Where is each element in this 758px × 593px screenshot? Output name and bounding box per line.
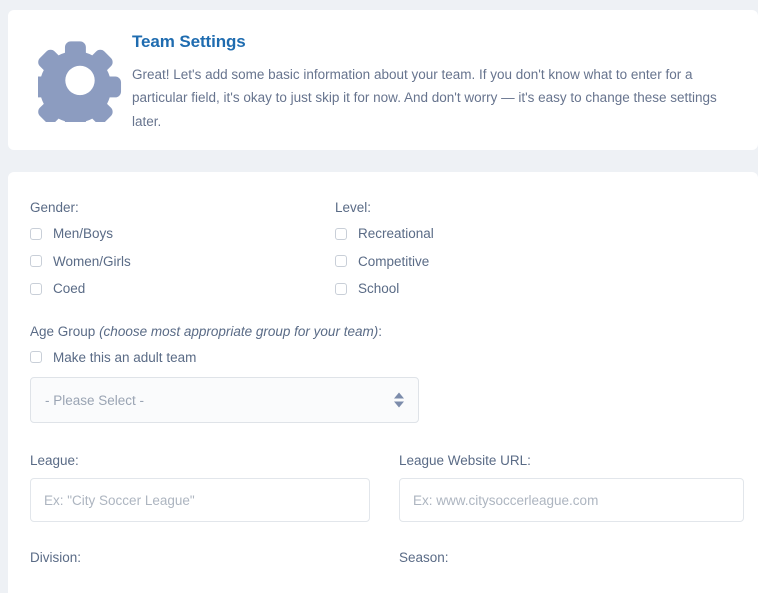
age-group-select[interactable]: - Please Select - bbox=[30, 377, 419, 423]
sort-arrows-icon bbox=[394, 392, 404, 408]
checkbox-adult-team-box[interactable] bbox=[30, 351, 42, 364]
league-row: League: League Website URL: bbox=[30, 453, 744, 522]
league-input[interactable] bbox=[30, 478, 370, 522]
checkbox-women-girls-box[interactable] bbox=[30, 255, 42, 268]
page-root: Team Settings Great! Let's add some basi… bbox=[0, 0, 758, 593]
division-field-group: Division: bbox=[30, 550, 399, 575]
age-group-section: Age Group (choose most appropriate group… bbox=[30, 324, 736, 423]
checkbox-competitive[interactable]: Competitive bbox=[335, 253, 736, 269]
level-label: Level: bbox=[335, 200, 372, 215]
form-content: Gender: Men/Boys Women/Girls Coed Level:… bbox=[8, 172, 758, 575]
checkbox-coed-box[interactable] bbox=[30, 282, 42, 295]
league-label: League: bbox=[30, 453, 79, 468]
age-group-label: Age Group (choose most appropriate group… bbox=[30, 324, 736, 339]
gender-level-row: Gender: Men/Boys Women/Girls Coed Level:… bbox=[30, 200, 736, 296]
page-title: Team Settings bbox=[132, 32, 246, 51]
checkbox-adult-team[interactable]: Make this an adult team bbox=[30, 349, 736, 365]
checkbox-men-boys-label: Men/Boys bbox=[53, 226, 114, 241]
level-group: Level: Recreational Competitive School bbox=[335, 200, 736, 296]
checkbox-women-girls-label: Women/Girls bbox=[53, 253, 131, 269]
intro-description: Great! Let's add some basic information … bbox=[132, 67, 717, 129]
gear-icon bbox=[30, 32, 130, 122]
checkbox-recreational-label: Recreational bbox=[358, 226, 434, 241]
checkbox-coed[interactable]: Coed bbox=[30, 282, 335, 296]
division-label: Division: bbox=[30, 550, 82, 565]
checkbox-coed-label: Coed bbox=[53, 281, 86, 296]
checkbox-men-boys-box[interactable] bbox=[30, 227, 42, 240]
league-url-input[interactable] bbox=[399, 478, 744, 522]
checkbox-school-label: School bbox=[358, 281, 400, 296]
age-group-label-text: Age Group bbox=[30, 323, 96, 339]
triangle-down-icon bbox=[394, 401, 404, 408]
checkbox-adult-team-label: Make this an adult team bbox=[53, 349, 197, 365]
intro-content: Team Settings Great! Let's add some basi… bbox=[8, 10, 758, 133]
age-group-select-value: - Please Select - bbox=[45, 392, 145, 408]
age-group-hint: (choose most appropriate group for your … bbox=[99, 323, 379, 339]
gender-group: Gender: Men/Boys Women/Girls Coed bbox=[30, 200, 335, 296]
checkbox-competitive-label: Competitive bbox=[358, 253, 430, 269]
checkbox-recreational[interactable]: Recreational bbox=[335, 227, 736, 241]
league-url-label: League Website URL: bbox=[399, 453, 531, 468]
gender-label: Gender: bbox=[30, 200, 79, 215]
division-season-row: Division: Season: bbox=[30, 550, 736, 575]
settings-form-card: Gender: Men/Boys Women/Girls Coed Level:… bbox=[8, 172, 758, 593]
checkbox-school-box[interactable] bbox=[335, 282, 347, 295]
checkbox-women-girls[interactable]: Women/Girls bbox=[30, 253, 335, 269]
checkbox-recreational-box[interactable] bbox=[335, 227, 347, 240]
league-field-group: League: bbox=[30, 453, 399, 522]
league-url-field-group: League Website URL: bbox=[399, 453, 758, 522]
checkbox-competitive-box[interactable] bbox=[335, 255, 347, 268]
checkbox-men-boys[interactable]: Men/Boys bbox=[30, 227, 335, 241]
intro-text-block: Team Settings Great! Let's add some basi… bbox=[130, 32, 738, 133]
triangle-up-icon bbox=[394, 392, 404, 399]
intro-card: Team Settings Great! Let's add some basi… bbox=[8, 10, 758, 150]
season-field-group: Season: bbox=[399, 550, 736, 575]
checkbox-school[interactable]: School bbox=[335, 282, 736, 296]
age-group-label-suffix: : bbox=[378, 323, 382, 339]
season-label: Season: bbox=[399, 550, 449, 565]
